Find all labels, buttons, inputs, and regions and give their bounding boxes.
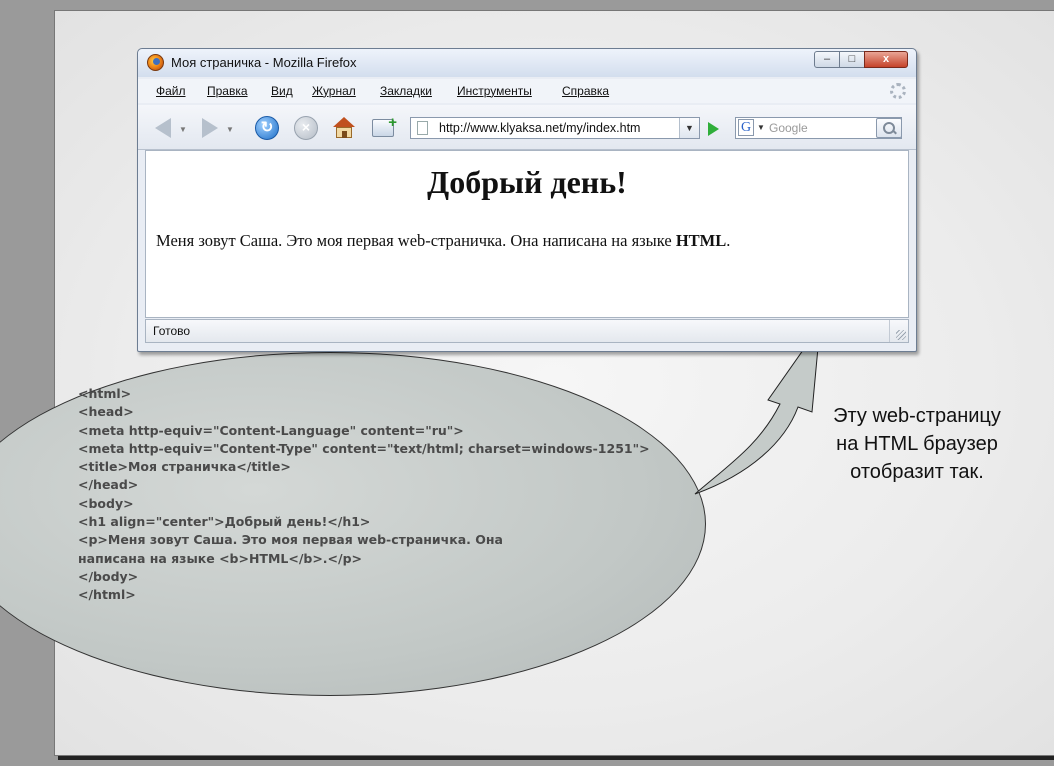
menu-bar: Файл Правка Вид Журнал Закладки Инструме…	[138, 79, 916, 103]
html-source-code: <html> <head> <meta http-equiv="Content-…	[78, 386, 650, 603]
forward-icon	[202, 118, 218, 138]
search-engine-dropdown[interactable]: ▼	[757, 123, 765, 132]
menu-view[interactable]: Вид	[271, 84, 293, 98]
stop-button[interactable]: ×	[293, 115, 319, 141]
caption-text: Эту web-страницу на HTML браузер отобраз…	[833, 405, 1001, 483]
menu-edit[interactable]: Правка	[207, 84, 248, 98]
go-button[interactable]	[703, 119, 723, 139]
back-history-dropdown[interactable]: ▼	[179, 125, 187, 134]
page-heading: Добрый день!	[427, 164, 627, 200]
paragraph-text: Меня зовут Саша. Это моя первая web-стра…	[156, 231, 676, 250]
address-bar[interactable]: http://www.klyaksa.net/my/index.htm ▼	[410, 117, 700, 139]
menu-tools[interactable]: Инструменты	[457, 84, 532, 98]
stop-icon: ×	[294, 116, 318, 140]
reload-button[interactable]: ↻	[254, 115, 280, 141]
forward-button[interactable]	[197, 115, 223, 141]
status-bar: Готово	[145, 319, 909, 343]
home-icon	[333, 117, 355, 139]
maximize-button[interactable]: □	[839, 51, 865, 68]
menu-file[interactable]: Файл	[156, 84, 186, 98]
back-button[interactable]	[150, 115, 176, 141]
page-paragraph: Меня зовут Саша. Это моя первая web-стра…	[156, 231, 730, 251]
forward-history-dropdown[interactable]: ▼	[226, 125, 234, 134]
bookmark-add-button[interactable]	[370, 114, 397, 141]
go-icon	[707, 122, 719, 136]
throbber-icon	[890, 83, 906, 99]
menu-help[interactable]: Справка	[562, 84, 609, 98]
resize-grip-icon[interactable]	[896, 330, 906, 340]
status-text: Готово	[153, 324, 191, 338]
window-controls: – □ x	[814, 51, 908, 68]
browser-window: Моя страничка - Mozilla Firefox – □ x Фа…	[137, 48, 917, 352]
search-placeholder[interactable]: Google	[769, 121, 808, 135]
reload-icon: ↻	[255, 116, 279, 140]
status-divider	[889, 320, 890, 342]
url-text[interactable]: http://www.klyaksa.net/my/index.htm	[439, 121, 640, 135]
page-content: Добрый день! Меня зовут Саша. Это моя пе…	[145, 150, 909, 318]
url-dropdown-button[interactable]: ▼	[679, 118, 699, 138]
menu-history[interactable]: Журнал	[312, 84, 356, 98]
bookmark-add-icon	[372, 114, 397, 137]
paragraph-end: .	[726, 231, 731, 250]
minimize-button[interactable]: –	[814, 51, 840, 68]
firefox-icon	[147, 54, 164, 71]
back-icon	[155, 118, 171, 138]
paragraph-bold-html: HTML	[675, 231, 727, 250]
page-icon	[417, 121, 428, 135]
search-icon[interactable]	[876, 118, 902, 138]
window-title: Моя страничка - Mozilla Firefox	[171, 55, 357, 70]
title-bar: Моя страничка - Mozilla Firefox – □ x	[138, 49, 916, 77]
close-button[interactable]: x	[864, 51, 908, 68]
search-engine-icon[interactable]: G	[738, 119, 754, 136]
menu-bookmarks[interactable]: Закладки	[380, 84, 432, 98]
home-button[interactable]	[331, 115, 357, 141]
